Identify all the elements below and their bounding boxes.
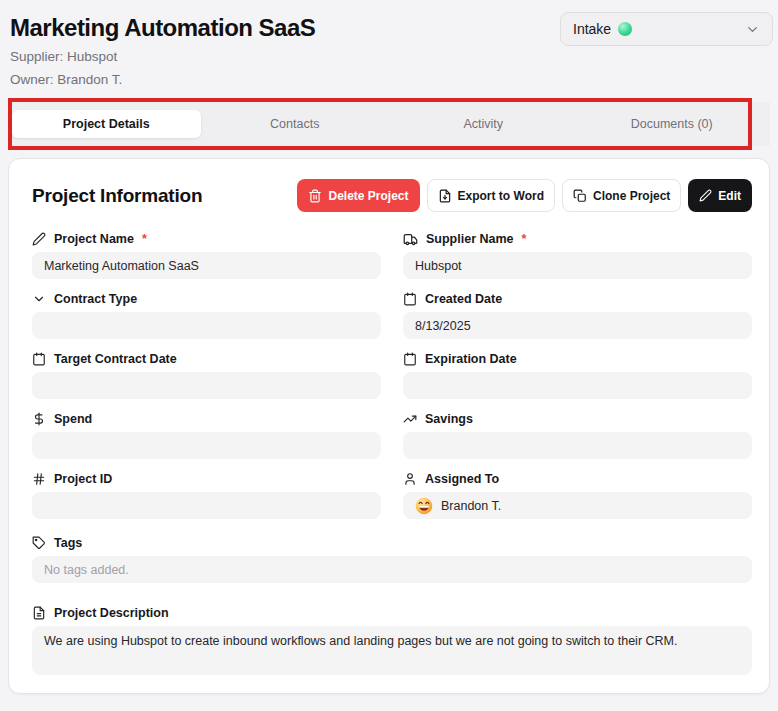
tab-activity[interactable]: Activity bbox=[389, 110, 578, 138]
contract-type-input[interactable] bbox=[32, 312, 381, 339]
project-id-input[interactable] bbox=[32, 492, 381, 519]
assigned-to-input[interactable]: Brandon T. bbox=[403, 492, 752, 519]
field-label: Project ID bbox=[54, 472, 112, 486]
field-tags: Tags No tags added. bbox=[32, 536, 752, 583]
field-contract-type: Contract Type bbox=[32, 292, 381, 339]
delete-project-button[interactable]: Delete Project bbox=[297, 179, 419, 212]
target-contract-date-input[interactable] bbox=[32, 372, 381, 399]
export-to-word-label: Export to Word bbox=[458, 189, 544, 203]
field-project-name: Project Name * Marketing Automation SaaS bbox=[32, 232, 381, 279]
required-asterisk: * bbox=[522, 232, 527, 246]
field-label: Expiration Date bbox=[425, 352, 517, 366]
edit-label: Edit bbox=[718, 189, 741, 203]
tab-bar-area: Project Details Contacts Activity Docume… bbox=[8, 102, 770, 146]
export-to-word-button[interactable]: Export to Word bbox=[427, 179, 555, 212]
tab-documents[interactable]: Documents (0) bbox=[578, 110, 767, 138]
field-project-description: Project Description We are using Hubspot… bbox=[32, 606, 752, 675]
user-icon bbox=[403, 472, 417, 486]
tab-contacts[interactable]: Contacts bbox=[201, 110, 390, 138]
pencil-icon bbox=[699, 189, 712, 202]
calendar-icon bbox=[32, 352, 46, 366]
field-spend: Spend bbox=[32, 412, 381, 459]
field-savings: Savings bbox=[403, 412, 752, 459]
owner-line: Owner: Brandon T. bbox=[10, 72, 768, 87]
field-label: Project Description bbox=[54, 606, 169, 620]
savings-input[interactable] bbox=[403, 432, 752, 459]
calendar-icon bbox=[403, 292, 417, 306]
expiration-date-input[interactable] bbox=[403, 372, 752, 399]
pencil-icon bbox=[32, 232, 46, 246]
assignee-avatar bbox=[415, 497, 433, 515]
field-label: Supplier Name bbox=[426, 232, 514, 246]
field-label: Created Date bbox=[425, 292, 502, 306]
assignee-name: Brandon T. bbox=[441, 499, 501, 513]
tab-bar: Project Details Contacts Activity Docume… bbox=[8, 102, 770, 146]
truck-icon bbox=[403, 232, 418, 247]
spend-input[interactable] bbox=[32, 432, 381, 459]
tag-icon bbox=[32, 536, 46, 550]
field-label: Tags bbox=[54, 536, 82, 550]
field-created-date: Created Date 8/13/2025 bbox=[403, 292, 752, 339]
field-supplier-name: Supplier Name * Hubspot bbox=[403, 232, 752, 279]
field-label: Contract Type bbox=[54, 292, 137, 306]
supplier-line: Supplier: Hubspot bbox=[10, 49, 768, 64]
clone-project-label: Clone Project bbox=[593, 189, 670, 203]
field-assigned-to: Assigned To Brandon T. bbox=[403, 472, 752, 519]
delete-project-label: Delete Project bbox=[328, 189, 408, 203]
trending-up-icon bbox=[403, 412, 417, 426]
status-dropdown-label: Intake bbox=[573, 21, 611, 37]
clone-project-button[interactable]: Clone Project bbox=[562, 179, 681, 212]
project-description-textarea[interactable]: We are using Hubspot to create inbound w… bbox=[32, 626, 752, 675]
required-asterisk: * bbox=[142, 232, 147, 246]
tags-input[interactable]: No tags added. bbox=[32, 556, 752, 583]
chevron-down-icon bbox=[745, 22, 760, 37]
field-target-contract-date: Target Contract Date bbox=[32, 352, 381, 399]
file-text-icon bbox=[32, 606, 46, 620]
chevron-down-icon bbox=[32, 292, 46, 306]
tags-placeholder: No tags added. bbox=[44, 563, 129, 577]
supplier-name-input[interactable]: Hubspot bbox=[403, 252, 752, 279]
dollar-icon bbox=[32, 412, 46, 426]
status-dropdown[interactable]: Intake bbox=[560, 12, 773, 46]
status-dot-icon bbox=[618, 22, 632, 36]
hash-icon bbox=[32, 472, 46, 486]
calendar-icon bbox=[403, 352, 417, 366]
field-project-id: Project ID bbox=[32, 472, 381, 519]
field-label: Assigned To bbox=[425, 472, 499, 486]
tab-project-details[interactable]: Project Details bbox=[12, 110, 201, 138]
field-label: Savings bbox=[425, 412, 473, 426]
field-label: Spend bbox=[54, 412, 92, 426]
field-label: Target Contract Date bbox=[54, 352, 177, 366]
file-down-icon bbox=[438, 189, 452, 203]
card-title: Project Information bbox=[32, 185, 202, 207]
field-expiration-date: Expiration Date bbox=[403, 352, 752, 399]
page-header: Marketing Automation SaaS Supplier: Hubs… bbox=[0, 0, 778, 87]
project-information-card: Project Information Delete Project Expor… bbox=[8, 158, 770, 694]
field-label: Project Name bbox=[54, 232, 134, 246]
created-date-input[interactable]: 8/13/2025 bbox=[403, 312, 752, 339]
copy-icon bbox=[573, 189, 587, 203]
edit-button[interactable]: Edit bbox=[688, 179, 752, 212]
trash-icon bbox=[308, 189, 322, 203]
project-name-input[interactable]: Marketing Automation SaaS bbox=[32, 252, 381, 279]
